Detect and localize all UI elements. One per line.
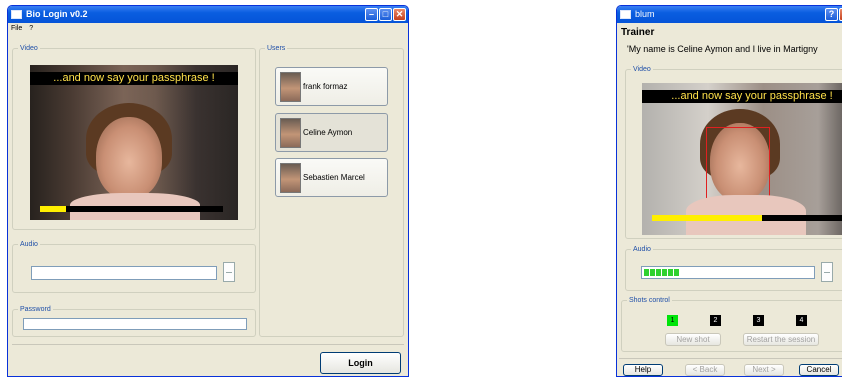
password-field[interactable] — [23, 318, 247, 330]
passphrase-banner: ...and now say your passphrase ! — [30, 72, 238, 85]
users-legend: Users — [265, 44, 288, 53]
passphrase-banner: ...and now say your passphrase ! — [642, 90, 842, 103]
shot-indicator-4: 4 — [796, 315, 807, 326]
face-detection-box — [706, 127, 770, 203]
help-label: Help — [634, 365, 652, 374]
video-progress-bar — [652, 215, 842, 221]
user-avatar — [280, 163, 301, 193]
password-group: Password — [12, 305, 256, 337]
audio-group: Audio — [12, 240, 256, 293]
back-label: < Back — [692, 365, 718, 374]
audio-legend: Audio — [631, 245, 653, 254]
shots-legend: Shots control — [627, 296, 672, 305]
video-group: Video ...and now say your passphrase ! — [12, 44, 256, 230]
app-icon — [11, 10, 22, 19]
shot-indicator-2: 2 — [710, 315, 721, 326]
cancel-label: Cancel — [806, 365, 832, 374]
menu-bar: File ? — [8, 23, 408, 34]
cancel-button[interactable]: Cancel — [799, 364, 839, 376]
restart-session-button[interactable]: Restart the session — [743, 333, 819, 346]
shot-indicator-1: 1 — [667, 315, 678, 326]
user-button-celine-aymon[interactable]: Celine Aymon — [275, 113, 388, 152]
window-title: Bio Login v0.2 — [26, 9, 88, 19]
login-button[interactable]: Login — [320, 352, 401, 374]
audio-level-segment — [656, 269, 661, 276]
video-feed: ...and now say your passphrase ! — [642, 83, 842, 235]
new-shot-label: New shot — [676, 335, 710, 344]
video-group: Video ...and now say your passphrase ! — [625, 65, 842, 239]
user-button-frank-formaz[interactable]: frank formaz — [275, 67, 388, 106]
audio-meter-icon — [821, 262, 833, 282]
audio-group: Audio — [625, 245, 842, 291]
new-shot-button[interactable]: New shot — [665, 333, 721, 346]
restart-label: Restart the session — [746, 335, 816, 344]
video-feed: ...and now say your passphrase ! — [30, 65, 238, 220]
audio-level-segment — [668, 269, 673, 276]
login-label: Login — [348, 358, 373, 368]
next-label: Next > — [752, 365, 776, 374]
shots-control-group: Shots control 1 2 3 4 New shot Restart t… — [621, 296, 842, 352]
help-icon[interactable]: ? — [825, 8, 838, 21]
trainer-heading: Trainer — [621, 27, 655, 38]
passphrase-prompt: 'My name is Celine Aymon and I live in M… — [627, 44, 818, 54]
user-avatar — [280, 72, 301, 102]
trainer-window: blum ? Trainer 'My name is Celine Aymon … — [616, 5, 842, 377]
user-avatar — [280, 118, 301, 148]
users-group: Users frank formaz Celine Aymon Sebastie… — [259, 44, 404, 337]
title-bar[interactable]: blum ? — [617, 6, 842, 23]
audio-level-segment — [662, 269, 667, 276]
title-bar[interactable]: Bio Login v0.2 – □ ✕ — [8, 6, 408, 23]
video-legend: Video — [18, 44, 40, 53]
help-button[interactable]: Help — [623, 364, 663, 376]
bio-login-window: Bio Login v0.2 – □ ✕ File ? Video ...and… — [7, 5, 409, 377]
user-button-sebastien-marcel[interactable]: Sebastien Marcel — [275, 158, 388, 197]
next-button[interactable]: Next > — [744, 364, 784, 376]
face-image — [96, 117, 162, 199]
close-icon[interactable]: ✕ — [393, 8, 406, 21]
app-icon — [620, 10, 631, 19]
audio-level-segment — [644, 269, 649, 276]
audio-level-field — [31, 266, 217, 280]
user-name: frank formaz — [303, 82, 348, 91]
video-legend: Video — [631, 65, 653, 74]
window-title: blum — [635, 9, 655, 19]
audio-level-segment — [674, 269, 679, 276]
back-button[interactable]: < Back — [685, 364, 725, 376]
menu-file[interactable]: File — [11, 25, 22, 32]
minimize-icon[interactable]: – — [365, 8, 378, 21]
video-progress-bar — [40, 206, 223, 212]
audio-legend: Audio — [18, 240, 40, 249]
user-name: Celine Aymon — [303, 128, 353, 137]
password-legend: Password — [18, 305, 53, 314]
audio-level-segment — [650, 269, 655, 276]
menu-help[interactable]: ? — [29, 25, 33, 32]
maximize-icon[interactable]: □ — [379, 8, 392, 21]
user-name: Sebastien Marcel — [303, 173, 365, 182]
audio-meter-icon — [223, 262, 235, 282]
audio-level-field — [641, 266, 815, 279]
shot-indicator-3: 3 — [753, 315, 764, 326]
